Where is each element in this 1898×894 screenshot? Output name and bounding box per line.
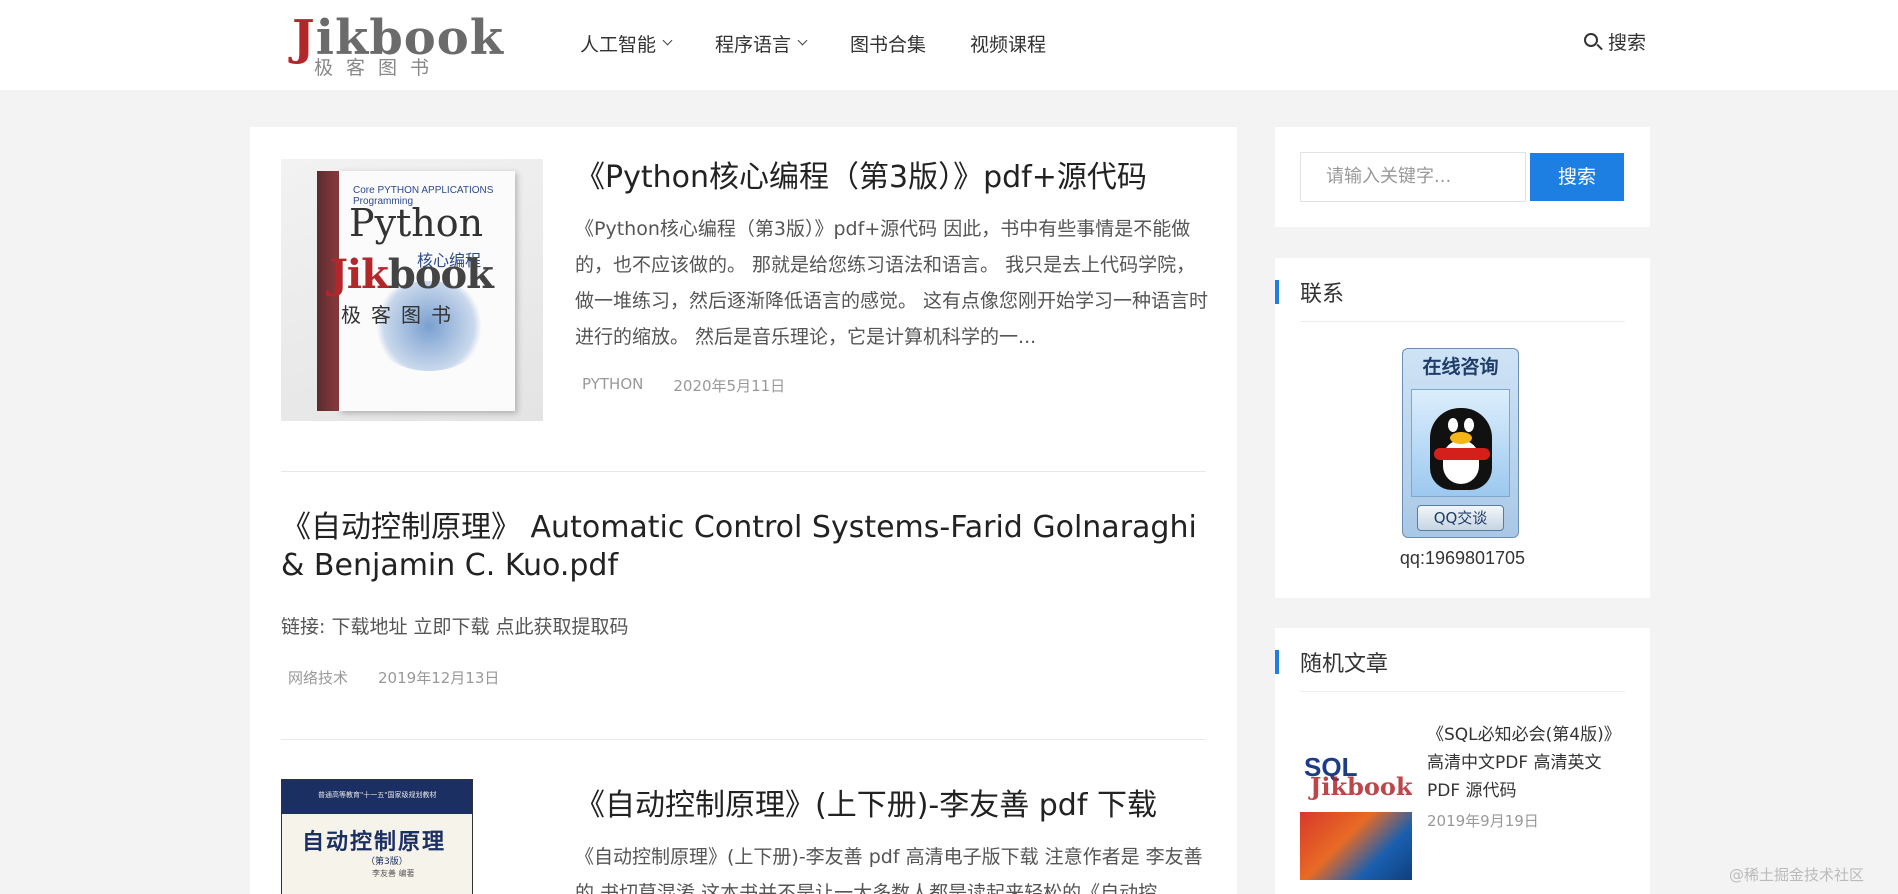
post-meta: 网络技术 2019年12月13日 [281, 667, 1206, 688]
watermark: @稀土掘金技术社区 [1729, 866, 1865, 884]
header-search-button[interactable]: 搜索 [1582, 28, 1646, 55]
post-category[interactable]: PYTHON [582, 375, 643, 396]
nav-item-video-courses[interactable]: 视频课程 [970, 28, 1046, 58]
post-title[interactable]: 《自动控制原理》(上下册)-李友善 pdf 下载 [575, 787, 1210, 825]
search-button[interactable]: 搜索 [1530, 153, 1624, 201]
qq-number: qq:1969801705 [1399, 548, 1526, 568]
main-nav: 人工智能 程序语言 图书合集 视频课程 [580, 28, 1090, 58]
post-list: Core PYTHON APPLICATIONS Programming Pyt… [250, 127, 1237, 894]
widget-title-accent [1275, 650, 1279, 674]
sidebar-random-widget: 随机文章 SQL Jikbook 《SQL必知必会(第4版)》高清中文PDF 高… [1275, 628, 1650, 894]
post-excerpt: 《Python核心编程（第3版）》pdf+源代码 因此，书中有些事情是不能做的，… [575, 218, 1209, 348]
random-post-thumbnail[interactable]: SQL Jikbook [1300, 718, 1412, 880]
post-item: 普通高等教育"十一五"国家级规划教材 自动控制原理 （第3版） 李友善 编著 《… [281, 779, 1206, 894]
qq-penguin-icon [1411, 389, 1510, 497]
chevron-down-icon [797, 35, 808, 45]
widget-title: 随机文章 [1300, 648, 1625, 692]
cover-art [1300, 812, 1412, 880]
widget-title: 联系 [1300, 278, 1625, 322]
cover-watermark: Jikbook [1310, 772, 1412, 801]
post-date: 2019年12月13日 [378, 669, 500, 687]
post-thumbnail[interactable]: Core PYTHON APPLICATIONS Programming Pyt… [281, 159, 543, 421]
cover-watermark: Jikbook [329, 251, 494, 298]
cover-edition: （第3版） [366, 857, 408, 867]
site-header: Jikbook 极客图书 人工智能 程序语言 图书合集 视频课程 搜索 [0, 0, 1898, 90]
qq-header: 在线咨询 [1422, 356, 1499, 378]
post-excerpt: 《自动控制原理》(上下册)-李友善 pdf 高清电子版下载 注意作者是 李友善的… [575, 846, 1203, 894]
cover-author: 李友善 编著 [372, 869, 415, 878]
cover-title: 自动控制原理 [302, 830, 447, 855]
divider [281, 739, 1206, 740]
qq-contact-button[interactable]: 在线咨询 QQ交谈 [1402, 348, 1519, 538]
post-date: 2020年5月11日 [673, 377, 786, 395]
search-icon [1582, 31, 1604, 53]
nav-item-book-collections[interactable]: 图书合集 [850, 28, 926, 58]
cover-watermark-sub: 极客图书 [341, 303, 461, 327]
post-category[interactable]: 网络技术 [288, 667, 348, 688]
header-search-label: 搜索 [1608, 32, 1647, 54]
divider [281, 471, 1206, 472]
search-input[interactable]: 请输入关键字... [1300, 152, 1526, 202]
nav-item-ai[interactable]: 人工智能 [580, 28, 673, 58]
site-logo[interactable]: Jikbook 极客图书 [292, 12, 503, 78]
cover-header [1300, 718, 1412, 754]
cover-band-text: 普通高等教育"十一五"国家级规划教材 [318, 791, 437, 799]
cover-title: Python [349, 201, 484, 245]
widget-title-accent [1275, 280, 1279, 304]
post-excerpt: 链接: 下载地址 立即下载 点此获取提取码 [281, 616, 629, 638]
sidebar-contact-widget: 联系 在线咨询 QQ交谈 qq:1969801705 [1275, 258, 1650, 598]
chevron-down-icon [662, 35, 673, 45]
post-item: 《自动控制原理》 Automatic Control Systems-Farid… [281, 509, 1206, 688]
random-post-title[interactable]: 《SQL必知必会(第4版)》高清中文PDF 高清英文PDF 源代码 [1427, 721, 1622, 805]
qq-chat-button[interactable]: QQ交谈 [1417, 505, 1504, 531]
post-title[interactable]: 《Python核心编程（第3版）》pdf+源代码 [575, 159, 1210, 197]
random-post-date: 2019年9月19日 [1427, 812, 1539, 830]
post-title[interactable]: 《自动控制原理》 Automatic Control Systems-Farid… [281, 509, 1206, 585]
post-meta: PYTHON 2020年5月11日 [575, 375, 1210, 396]
nav-item-languages[interactable]: 程序语言 [715, 28, 808, 58]
sidebar-search-widget: 请输入关键字... 搜索 [1275, 127, 1650, 227]
post-thumbnail[interactable]: 普通高等教育"十一五"国家级规划教材 自动控制原理 （第3版） 李友善 编著 [281, 779, 473, 894]
post-item: Core PYTHON APPLICATIONS Programming Pyt… [281, 159, 1208, 421]
